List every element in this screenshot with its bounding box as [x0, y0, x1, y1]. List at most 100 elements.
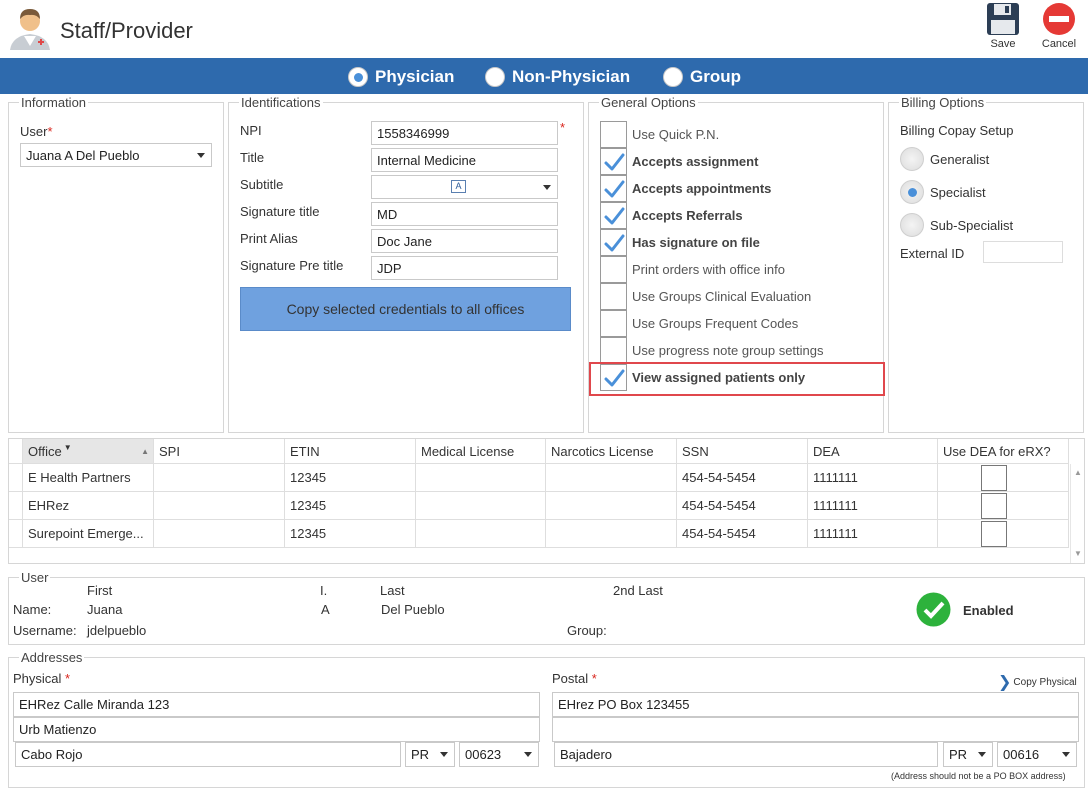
column-header-ssn[interactable]: SSN [677, 439, 808, 464]
cell-use-dea [938, 492, 1069, 520]
option-accepts-referrals[interactable]: Accepts Referrals [600, 201, 743, 229]
billing-option-sub-specialist[interactable]: Sub-Specialist [900, 213, 1013, 237]
npi-input[interactable]: 1558346999 [371, 121, 558, 145]
option-use-quick-p-n[interactable]: Use Quick P.N. [600, 120, 719, 148]
cell-narcotics[interactable] [546, 520, 677, 548]
physical-city-input[interactable]: Cabo Rojo [15, 742, 401, 767]
column-header-spi[interactable]: SPI [154, 439, 285, 464]
cell-ssn[interactable]: 454-54-5454 [677, 492, 808, 520]
scroll-down-icon[interactable]: ▼ [1074, 549, 1082, 558]
postal-line2-input[interactable] [552, 717, 1079, 742]
cell-medical[interactable] [416, 464, 546, 492]
option-accepts-assignment[interactable]: Accepts assignment [600, 147, 758, 175]
option-label: Print orders with office info [632, 261, 785, 277]
grid-scrollbar[interactable]: ▲ ▼ [1070, 464, 1084, 563]
row-selector[interactable] [9, 464, 23, 492]
user-select[interactable]: Juana A Del Pueblo [20, 143, 212, 167]
type-option-group[interactable]: Group [663, 66, 741, 88]
cell-medical[interactable] [416, 520, 546, 548]
user-label: User* [20, 124, 53, 139]
checkbox-checked-icon[interactable] [600, 147, 627, 175]
option-accepts-appointments[interactable]: Accepts appointments [600, 174, 771, 202]
billing-option-specialist[interactable]: Specialist [900, 180, 986, 204]
cell-etin[interactable]: 12345 [285, 492, 416, 520]
billing-options-legend: Billing Options [899, 95, 987, 110]
user-legend: User [19, 570, 51, 585]
copy-credentials-button[interactable]: Copy selected credentials to all offices [240, 287, 571, 331]
checkbox-checked-icon[interactable] [600, 228, 627, 256]
postal-zip-select[interactable]: 00616 [997, 742, 1077, 767]
column-header-office[interactable]: Office ▼ ▲ [23, 439, 154, 464]
type-option-physician[interactable]: Physician [348, 66, 454, 88]
cell-etin[interactable]: 12345 [285, 464, 416, 492]
address-note: (Address should not be a PO BOX address) [891, 771, 1066, 781]
postal-line1-input[interactable]: EHrez PO Box 123455 [552, 692, 1079, 717]
checkbox-icon[interactable] [600, 120, 627, 148]
title-input[interactable]: Internal Medicine [371, 148, 558, 172]
type-option-non-physician[interactable]: Non-Physician [485, 66, 630, 88]
cell-dea[interactable]: 1111111 [808, 520, 938, 548]
option-use-groups-frequent-codes[interactable]: Use Groups Frequent Codes [600, 309, 798, 337]
cell-office[interactable]: E Health Partners [23, 464, 154, 492]
chevron-right-icon: ❯ [998, 674, 1012, 691]
cell-ssn[interactable]: 454-54-5454 [677, 464, 808, 492]
signature-title-input[interactable]: MD [371, 202, 558, 226]
second-last-header: 2nd Last [613, 583, 663, 598]
cell-dea[interactable]: 1111111 [808, 464, 938, 492]
cell-medical[interactable] [416, 492, 546, 520]
use-dea-checkbox[interactable] [981, 520, 1007, 547]
checkbox-icon[interactable] [600, 309, 627, 337]
cell-narcotics[interactable] [546, 464, 677, 492]
physical-zip-select[interactable]: 00623 [459, 742, 539, 767]
column-header-medical-license[interactable]: Medical License [416, 439, 546, 464]
cell-spi[interactable] [154, 520, 285, 548]
cell-dea[interactable]: 1111111 [808, 492, 938, 520]
column-header-dea[interactable]: DEA [808, 439, 938, 464]
information-legend: Information [19, 95, 89, 110]
cancel-button[interactable]: Cancel [1031, 2, 1087, 56]
copy-physical-link[interactable]: ❯ Copy Physical [998, 672, 1077, 692]
cell-narcotics[interactable] [546, 492, 677, 520]
option-print-orders-with-office-info[interactable]: Print orders with office info [600, 255, 785, 283]
physical-state-select[interactable]: PR [405, 742, 455, 767]
use-dea-checkbox[interactable] [981, 492, 1007, 519]
checkbox-checked-icon[interactable] [600, 174, 627, 202]
billing-option-generalist[interactable]: Generalist [900, 147, 989, 171]
save-button[interactable]: Save [975, 2, 1031, 56]
font-style-icon: A [451, 180, 466, 193]
external-id-input[interactable] [983, 241, 1063, 263]
username-value: jdelpueblo [87, 623, 147, 638]
postal-state-select[interactable]: PR [943, 742, 993, 767]
column-header-etin[interactable]: ETIN [285, 439, 416, 464]
cell-ssn[interactable]: 454-54-5454 [677, 520, 808, 548]
cell-office[interactable]: EHRez [23, 492, 154, 520]
checkbox-checked-icon[interactable] [600, 201, 627, 229]
cell-spi[interactable] [154, 464, 285, 492]
cell-office[interactable]: Surepoint Emerge... [23, 520, 154, 548]
signature-pre-title-input[interactable]: JDP [371, 256, 558, 280]
option-use-progress-note-group-settings[interactable]: Use progress note group settings [600, 336, 824, 364]
checkbox-icon[interactable] [600, 255, 627, 283]
radio-icon [900, 213, 924, 237]
postal-city-input[interactable]: Bajadero [554, 742, 938, 767]
cell-spi[interactable] [154, 492, 285, 520]
physical-line2-input[interactable]: Urb Matienzo [13, 717, 540, 742]
print-alias-input[interactable]: Doc Jane [371, 229, 558, 253]
physical-line1-input[interactable]: EHRez Calle Miranda 123 [13, 692, 540, 717]
cell-etin[interactable]: 12345 [285, 520, 416, 548]
row-selector[interactable] [9, 520, 23, 548]
option-has-signature-on-file[interactable]: Has signature on file [600, 228, 760, 256]
scroll-up-icon[interactable]: ▲ [1074, 468, 1082, 477]
last-name-value: Del Pueblo [381, 602, 445, 617]
option-use-groups-clinical-evaluation[interactable]: Use Groups Clinical Evaluation [600, 282, 811, 310]
username-label: Username: [13, 623, 77, 638]
row-selector[interactable] [9, 492, 23, 520]
use-dea-checkbox[interactable] [981, 464, 1007, 491]
column-header-narcotics-license[interactable]: Narcotics License [546, 439, 677, 464]
postal-label: Postal * [552, 671, 597, 686]
checkbox-icon[interactable] [600, 336, 627, 364]
column-header-use-dea[interactable]: Use DEA for eRX? [938, 439, 1069, 464]
checkbox-icon[interactable] [600, 282, 627, 310]
subtitle-select[interactable]: A [371, 175, 558, 199]
filter-icon[interactable]: ▼ [64, 443, 72, 452]
